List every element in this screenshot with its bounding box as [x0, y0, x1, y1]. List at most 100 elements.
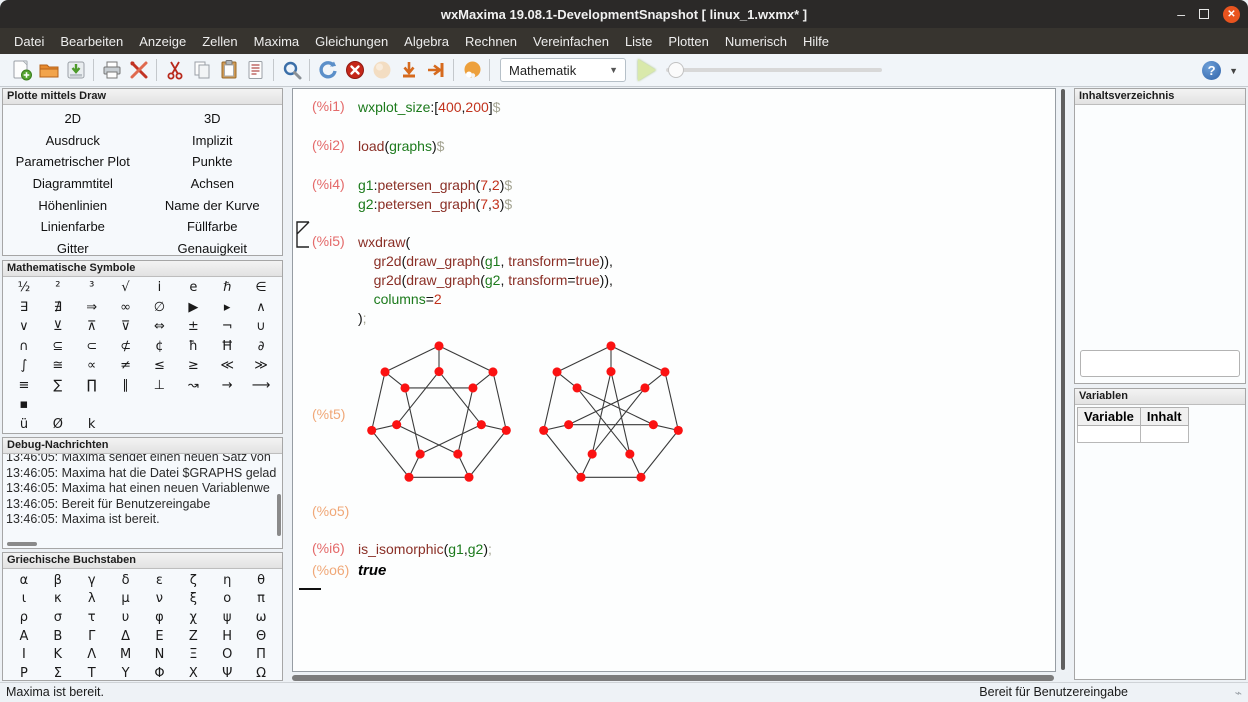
symbol-button[interactable]: ∝ [75, 356, 109, 376]
symbol-button[interactable]: ⟶ [244, 376, 278, 396]
greek-letter-button[interactable]: Ο [210, 645, 244, 664]
draw-button[interactable]: Name der Kurve [143, 194, 283, 216]
symbol-button[interactable]: ≪ [210, 356, 244, 376]
restart-maxima-icon[interactable] [314, 57, 341, 83]
symbol-button[interactable]: Ħ [210, 337, 244, 357]
symbol-button[interactable]: ¢ [143, 337, 177, 357]
symbol-button[interactable]: ∥ [109, 376, 143, 396]
menu-hilfe[interactable]: Hilfe [795, 30, 837, 53]
symbol-button[interactable]: ü [7, 415, 41, 435]
symbol-button[interactable]: → [210, 376, 244, 396]
greek-letter-button[interactable]: Π [244, 645, 278, 664]
symbol-button[interactable]: ¬ [210, 317, 244, 337]
debug-hscrollbar[interactable] [7, 542, 37, 546]
open-folder-icon[interactable] [35, 57, 62, 83]
symbol-button[interactable]: i [143, 278, 177, 298]
greek-letter-button[interactable]: υ [109, 608, 143, 627]
greek-letter-button[interactable]: Γ [75, 627, 109, 646]
symbol-button[interactable]: ħ [176, 337, 210, 357]
code-line[interactable]: load(graphs)$ [358, 137, 444, 156]
symbol-button[interactable]: ∈ [244, 278, 278, 298]
greek-letter-button[interactable]: Κ [41, 645, 75, 664]
greek-letter-button[interactable]: Λ [75, 645, 109, 664]
greek-letter-button[interactable]: ω [244, 608, 278, 627]
code-line[interactable]: g2:petersen_graph(7,3)$ [358, 195, 512, 214]
greek-letter-button[interactable]: Σ [41, 664, 75, 683]
cell-i5[interactable]: (%i5) wxdraw( gr2d(draw_graph(g1, transf… [312, 233, 613, 328]
greek-letter-button[interactable]: Φ [143, 664, 177, 683]
code-line[interactable]: ); [358, 309, 613, 328]
print-icon[interactable] [98, 57, 125, 83]
minimize-button[interactable]: – [1177, 9, 1185, 19]
cell-i1[interactable]: (%i1) wxplot_size:[400,200]$ [312, 98, 500, 117]
greek-letter-button[interactable]: ν [143, 590, 177, 609]
animation-slider[interactable] [666, 60, 882, 80]
greek-letter-button[interactable]: ζ [176, 571, 210, 590]
symbol-button[interactable]: ▪ [7, 395, 41, 415]
greek-letter-button[interactable]: φ [143, 608, 177, 627]
eval-to-point-icon[interactable] [395, 57, 422, 83]
menu-datei[interactable]: Datei [6, 30, 52, 53]
symbol-button[interactable]: ± [176, 317, 210, 337]
symbol-button[interactable]: ∑ [41, 376, 75, 396]
cut-icon[interactable] [161, 57, 188, 83]
menu-algebra[interactable]: Algebra [396, 30, 457, 53]
greek-letter-button[interactable]: ι [7, 590, 41, 609]
code-line[interactable]: wxdraw( [358, 233, 613, 252]
new-document-icon[interactable] [8, 57, 35, 83]
greek-letter-button[interactable]: λ [75, 590, 109, 609]
slider-knob[interactable] [668, 62, 684, 78]
code-line[interactable]: g1:petersen_graph(7,2)$ [358, 176, 512, 195]
menu-bearbeiten[interactable]: Bearbeiten [52, 30, 131, 53]
symbol-button[interactable]: ∞ [109, 298, 143, 318]
greek-letter-button[interactable]: Χ [176, 664, 210, 683]
cell-i4[interactable]: (%i4) g1:petersen_graph(7,2)$g2:petersen… [312, 176, 512, 214]
play-animation-button[interactable] [638, 59, 656, 81]
select-all-icon[interactable] [242, 57, 269, 83]
greek-letter-button[interactable]: β [41, 571, 75, 590]
symbol-button[interactable]: ↝ [176, 376, 210, 396]
toc-filter-input[interactable] [1080, 350, 1240, 377]
greek-letter-button[interactable]: γ [75, 571, 109, 590]
symbol-button[interactable]: ⊽ [109, 317, 143, 337]
symbol-button[interactable]: ⊻ [41, 317, 75, 337]
menu-liste[interactable]: Liste [617, 30, 660, 53]
help-icon[interactable]: ? [1202, 61, 1221, 80]
greek-letter-button[interactable]: Ξ [176, 645, 210, 664]
greek-letter-button[interactable]: Δ [109, 627, 143, 646]
greek-letter-button[interactable]: ρ [7, 608, 41, 627]
mode-dropdown[interactable]: Mathematik ▼ [500, 58, 626, 82]
eval-rest-icon[interactable] [422, 57, 449, 83]
cell-i2[interactable]: (%i2) load(graphs)$ [312, 137, 444, 156]
symbol-button[interactable]: e [176, 278, 210, 298]
menu-vereinfachen[interactable]: Vereinfachen [525, 30, 617, 53]
follow-icon[interactable] [458, 57, 485, 83]
greek-letter-button[interactable]: δ [109, 571, 143, 590]
greek-letter-button[interactable]: Η [210, 627, 244, 646]
symbol-button[interactable]: ▶ [176, 298, 210, 318]
greek-letter-button[interactable]: κ [41, 590, 75, 609]
menu-anzeige[interactable]: Anzeige [131, 30, 194, 53]
greek-letter-button[interactable]: π [244, 590, 278, 609]
symbol-button[interactable]: ² [41, 278, 75, 298]
symbol-button[interactable]: ≥ [176, 356, 210, 376]
symbol-button[interactable]: ∩ [7, 337, 41, 357]
menu-zellen[interactable]: Zellen [194, 30, 245, 53]
symbol-button[interactable]: ≠ [109, 356, 143, 376]
symbol-button[interactable]: ∨ [7, 317, 41, 337]
overflow-menu-icon[interactable]: ▼ [1229, 66, 1238, 76]
greek-letter-button[interactable]: α [7, 571, 41, 590]
menu-rechnen[interactable]: Rechnen [457, 30, 525, 53]
symbol-button[interactable]: ⊼ [75, 317, 109, 337]
worksheet-vscrollbar[interactable] [1058, 88, 1068, 672]
code-line[interactable]: gr2d(draw_graph(g2, transform=true)), [358, 271, 613, 290]
symbol-button[interactable]: ⊥ [143, 376, 177, 396]
code-line[interactable]: is_isomorphic(g1,g2); [358, 540, 492, 559]
greek-letter-button[interactable]: η [210, 571, 244, 590]
cell-i6[interactable]: (%i6) is_isomorphic(g1,g2); [312, 540, 492, 559]
interrupt-icon[interactable] [341, 57, 368, 83]
paste-icon[interactable] [215, 57, 242, 83]
greek-letter-button[interactable]: τ [75, 608, 109, 627]
debug-vscrollbar[interactable] [277, 494, 281, 536]
draw-button[interactable]: Punkte [143, 151, 283, 173]
